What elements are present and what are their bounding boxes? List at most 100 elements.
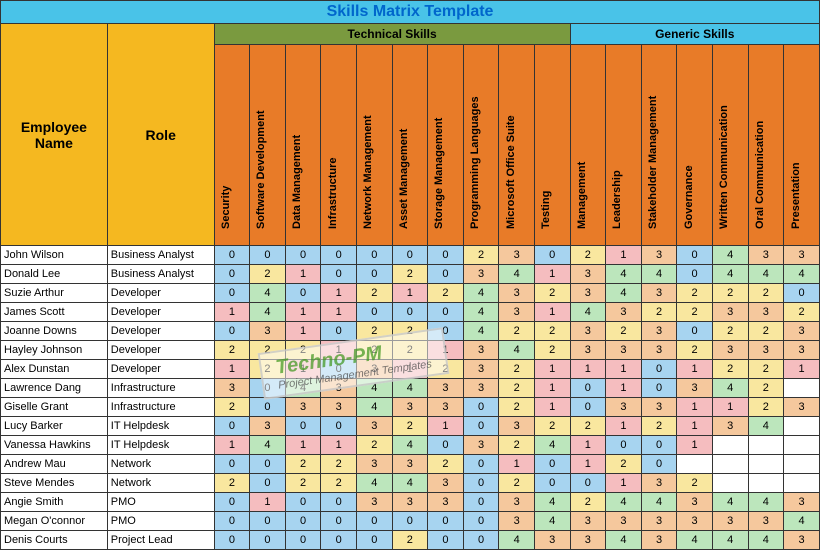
skill-label: Data Management xyxy=(291,135,303,229)
score-cell: 0 xyxy=(463,398,499,417)
score-cell: 2 xyxy=(499,436,535,455)
tech-skills-header: Technical Skills xyxy=(214,24,570,45)
score-cell: 2 xyxy=(392,341,428,360)
table-row: Donald LeeBusiness Analyst02100203413440… xyxy=(1,265,820,284)
skill-header: Storage Management xyxy=(428,45,464,246)
score-cell xyxy=(748,436,784,455)
score-cell: 2 xyxy=(641,303,677,322)
employee-role: Infrastructure xyxy=(107,398,214,417)
score-cell: 1 xyxy=(321,303,357,322)
score-cell: 2 xyxy=(392,531,428,550)
score-cell: 4 xyxy=(748,531,784,550)
score-cell: 0 xyxy=(321,512,357,531)
score-cell: 3 xyxy=(641,474,677,493)
score-cell: 0 xyxy=(321,322,357,341)
score-cell: 0 xyxy=(428,322,464,341)
score-cell: 3 xyxy=(463,265,499,284)
score-cell: 3 xyxy=(428,493,464,512)
score-cell: 3 xyxy=(499,493,535,512)
score-cell: 3 xyxy=(748,341,784,360)
skill-header: Management xyxy=(570,45,606,246)
score-cell: 0 xyxy=(321,531,357,550)
score-cell: 1 xyxy=(606,474,642,493)
score-cell: 2 xyxy=(392,265,428,284)
score-cell: 3 xyxy=(214,379,250,398)
score-cell: 2 xyxy=(463,246,499,265)
score-cell: 0 xyxy=(250,379,286,398)
score-cell: 3 xyxy=(356,360,392,379)
score-cell: 4 xyxy=(392,436,428,455)
score-cell: 1 xyxy=(214,303,250,322)
skill-label: Oral Communication xyxy=(754,121,766,229)
employee-name: Megan O'connor xyxy=(1,512,108,531)
score-cell: 4 xyxy=(463,303,499,322)
score-cell: 4 xyxy=(712,265,748,284)
score-cell: 2 xyxy=(748,322,784,341)
employee-role: Developer xyxy=(107,341,214,360)
score-cell: 3 xyxy=(606,512,642,531)
score-cell: 0 xyxy=(356,303,392,322)
score-cell: 1 xyxy=(534,398,570,417)
score-cell: 2 xyxy=(356,322,392,341)
table-row: Hayley JohnsonDeveloper22212213423332333 xyxy=(1,341,820,360)
gen-skills-header: Generic Skills xyxy=(570,24,819,45)
score-cell: 1 xyxy=(534,360,570,379)
skill-header: Written Communication xyxy=(712,45,748,246)
score-cell: 0 xyxy=(428,265,464,284)
score-cell xyxy=(748,474,784,493)
employee-name: Giselle Grant xyxy=(1,398,108,417)
score-cell: 1 xyxy=(285,303,321,322)
score-cell: 2 xyxy=(748,398,784,417)
score-cell: 4 xyxy=(392,474,428,493)
skill-label: Microsoft Office Suite xyxy=(505,115,517,229)
score-cell: 0 xyxy=(285,531,321,550)
score-cell: 3 xyxy=(534,531,570,550)
score-cell: 2 xyxy=(499,322,535,341)
score-cell: 4 xyxy=(250,436,286,455)
score-cell: 2 xyxy=(748,360,784,379)
score-cell: 0 xyxy=(214,512,250,531)
score-cell: 4 xyxy=(392,379,428,398)
score-cell: 3 xyxy=(499,417,535,436)
score-cell: 4 xyxy=(356,398,392,417)
score-cell: 0 xyxy=(356,512,392,531)
employee-name: Angie Smith xyxy=(1,493,108,512)
score-cell: 2 xyxy=(285,341,321,360)
score-cell: 4 xyxy=(356,474,392,493)
skill-label: Programming Languages xyxy=(469,96,481,229)
score-cell: 4 xyxy=(677,531,713,550)
employee-role: Infrastructure xyxy=(107,379,214,398)
score-cell: 3 xyxy=(677,512,713,531)
score-cell: 4 xyxy=(570,303,606,322)
score-cell: 3 xyxy=(570,284,606,303)
score-cell: 0 xyxy=(214,265,250,284)
skill-label: Testing xyxy=(540,191,552,229)
score-cell: 0 xyxy=(392,303,428,322)
score-cell xyxy=(712,455,748,474)
table-row: Vanessa HawkinsIT Helpdesk14112403241001 xyxy=(1,436,820,455)
score-cell: 4 xyxy=(641,493,677,512)
score-cell: 0 xyxy=(321,493,357,512)
score-cell: 0 xyxy=(321,246,357,265)
score-cell: 1 xyxy=(570,360,606,379)
score-cell: 3 xyxy=(748,512,784,531)
score-cell: 3 xyxy=(499,303,535,322)
score-cell: 0 xyxy=(784,284,820,303)
score-cell: 2 xyxy=(321,455,357,474)
score-cell: 0 xyxy=(250,512,286,531)
score-cell: 2 xyxy=(428,284,464,303)
skill-label: Software Development xyxy=(255,110,267,229)
score-cell: 0 xyxy=(356,265,392,284)
score-cell xyxy=(784,474,820,493)
skill-label: Presentation xyxy=(790,162,802,229)
score-cell: 1 xyxy=(428,417,464,436)
score-cell: 0 xyxy=(428,303,464,322)
score-cell: 0 xyxy=(250,474,286,493)
score-cell: 4 xyxy=(712,531,748,550)
score-cell: 3 xyxy=(606,341,642,360)
employee-name: Lucy Barker xyxy=(1,417,108,436)
score-cell: 3 xyxy=(463,341,499,360)
skill-label: Storage Management xyxy=(433,118,445,229)
score-cell: 0 xyxy=(570,379,606,398)
score-cell: 0 xyxy=(677,246,713,265)
